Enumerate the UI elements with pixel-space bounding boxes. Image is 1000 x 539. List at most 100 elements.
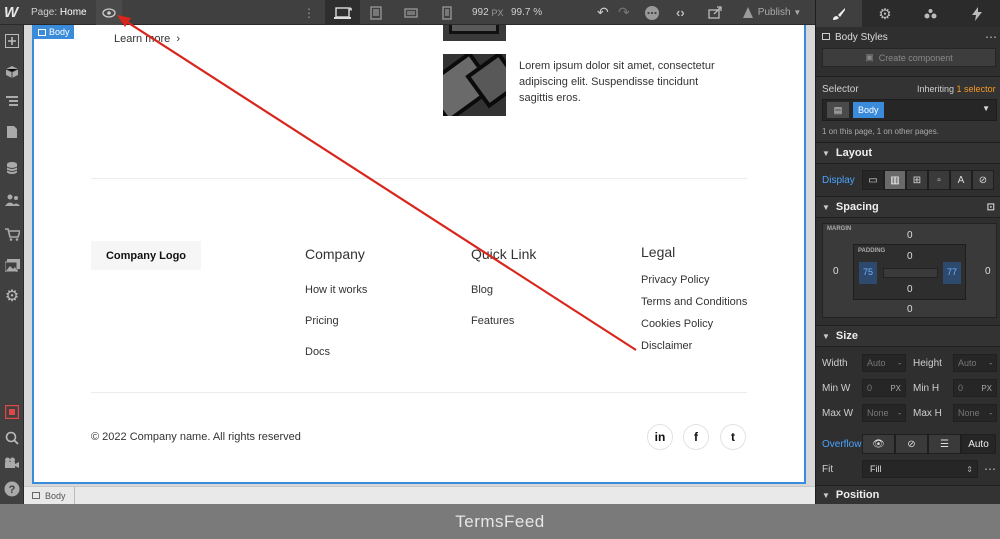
cms-database-icon[interactable]: [3, 159, 21, 177]
footer-link[interactable]: Features: [471, 315, 514, 327]
caret-down-icon: ▼: [822, 331, 830, 341]
margin-right-value[interactable]: 0: [985, 266, 991, 277]
footer-link[interactable]: Docs: [305, 346, 330, 358]
mobile-portrait-icon[interactable]: [442, 0, 452, 25]
preview-eye-icon[interactable]: [96, 0, 122, 25]
navigator-icon[interactable]: [3, 93, 21, 111]
settings-gear-icon[interactable]: ⚙: [3, 287, 21, 305]
footer-link[interactable]: Blog: [471, 284, 493, 296]
content-box: [883, 268, 938, 278]
assets-images-icon[interactable]: [3, 256, 21, 274]
interactions-bolt-icon[interactable]: [954, 0, 1000, 27]
mobile-landscape-icon[interactable]: [404, 0, 418, 25]
settings-gear-icon[interactable]: ⚙: [862, 0, 908, 27]
body-element-icon: [38, 28, 46, 36]
max-width-label: Max W: [822, 408, 854, 419]
page-selector[interactable]: Page: Home: [31, 0, 87, 25]
body-tag-label[interactable]: Body: [34, 25, 74, 39]
max-width-field[interactable]: None -: [862, 404, 906, 422]
padding-bottom-value[interactable]: 0: [907, 284, 913, 295]
style-brush-icon[interactable]: [816, 0, 862, 27]
margin-left-value[interactable]: 0: [833, 266, 839, 277]
max-height-field[interactable]: None -: [953, 404, 997, 422]
share-icon[interactable]: [708, 0, 723, 25]
twitter-icon[interactable]: t: [720, 424, 746, 450]
linkedin-icon[interactable]: in: [647, 424, 673, 450]
footer-link[interactable]: Privacy Policy: [641, 274, 709, 286]
min-width-field[interactable]: 0 PX: [862, 379, 906, 397]
overflow-label: Overflow: [822, 439, 862, 450]
padding-right-value[interactable]: 77: [947, 267, 957, 277]
position-title: Position: [835, 489, 880, 501]
symbols-cube-icon[interactable]: [3, 63, 21, 81]
page-canvas[interactable]: Body Learn more › Lorem ipsum dolor sit …: [32, 25, 806, 484]
more-vertical-icon[interactable]: ⋮: [303, 0, 315, 25]
overflow-options: 👁 ⊘ ☰ Auto: [862, 434, 996, 454]
video-tutorials-icon[interactable]: [3, 454, 21, 472]
publish-button[interactable]: Publish ▼: [741, 0, 801, 25]
selector-field[interactable]: ▤ Body ▼: [822, 99, 997, 121]
unit-px: PX: [981, 383, 992, 393]
overflow-scroll-icon[interactable]: ☰: [928, 434, 961, 454]
footer-link[interactable]: How it works: [305, 284, 367, 296]
users-icon[interactable]: [3, 191, 21, 209]
display-flex-icon[interactable]: ▥: [884, 170, 906, 190]
select-arrows-icon: ⇕: [966, 464, 973, 474]
tablet-breakpoint-icon[interactable]: [370, 0, 382, 25]
footer-link[interactable]: Cookies Policy: [641, 318, 713, 330]
selector-menu-icon[interactable]: ▤: [827, 102, 849, 118]
margin-bottom-value[interactable]: 0: [907, 304, 913, 315]
padding-left-value[interactable]: 75: [863, 267, 873, 277]
spacing-section-header[interactable]: ▼ Spacing ⊡: [816, 196, 1000, 218]
column-heading-legal: Legal: [641, 244, 676, 260]
add-elements-icon[interactable]: [3, 32, 21, 50]
overflow-auto-button[interactable]: Auto: [961, 434, 996, 454]
more-options-icon[interactable]: [644, 0, 660, 25]
code-export-icon[interactable]: ‹›: [676, 0, 685, 25]
body-element-icon: [822, 33, 830, 40]
display-inline-block-icon[interactable]: ▫: [928, 170, 950, 190]
breadcrumb-body[interactable]: Body: [24, 487, 75, 504]
footer-link[interactable]: Disclaimer: [641, 340, 692, 352]
footer-link[interactable]: Terms and Conditions: [641, 296, 747, 308]
position-section-header[interactable]: ▼ Position: [816, 485, 1000, 505]
ecommerce-cart-icon[interactable]: [3, 225, 21, 243]
undo-icon[interactable]: ↶: [597, 0, 609, 25]
display-none-icon[interactable]: ⊘: [972, 170, 994, 190]
facebook-icon[interactable]: f: [683, 424, 709, 450]
min-height-field[interactable]: 0 PX: [953, 379, 997, 397]
layout-section-header[interactable]: ▼ Layout: [816, 142, 1000, 164]
search-icon[interactable]: [3, 429, 21, 447]
display-grid-icon[interactable]: ⊞: [906, 170, 928, 190]
padding-top-value[interactable]: 0: [907, 251, 913, 262]
redo-icon[interactable]: ↷: [618, 0, 630, 25]
pages-icon[interactable]: [3, 123, 21, 141]
learn-more-link[interactable]: Learn more ›: [114, 33, 180, 45]
overflow-hidden-icon[interactable]: ⊘: [895, 434, 928, 454]
footer-link[interactable]: Pricing: [305, 315, 339, 327]
company-logo[interactable]: Company Logo: [91, 241, 201, 270]
interactions-drops-icon[interactable]: [908, 0, 954, 27]
dropdown-arrow-icon[interactable]: ▼: [982, 104, 990, 113]
selector-label: Selector: [822, 84, 859, 95]
size-section-header[interactable]: ▼ Size: [816, 325, 1000, 347]
more-options-icon[interactable]: ⋯: [985, 30, 997, 44]
selector-tag-body[interactable]: Body: [853, 102, 884, 118]
width-field[interactable]: Auto -: [862, 354, 906, 372]
more-options-icon[interactable]: ⋯: [984, 462, 996, 476]
create-component-button[interactable]: ▣ Create component: [822, 48, 996, 67]
overflow-visible-icon[interactable]: 👁: [862, 434, 895, 454]
margin-top-value[interactable]: 0: [907, 230, 913, 241]
fit-select[interactable]: Fill ⇕: [862, 460, 978, 478]
desktop-breakpoint-icon[interactable]: ★: [325, 0, 360, 25]
height-field[interactable]: Auto -: [953, 354, 997, 372]
display-inline-icon[interactable]: A: [950, 170, 972, 190]
spacing-options-icon[interactable]: ⊡: [987, 202, 995, 213]
display-block-icon[interactable]: ▭: [862, 170, 884, 190]
inherit-count[interactable]: 1 selector: [957, 84, 996, 94]
record-icon[interactable]: [3, 403, 21, 421]
style-panel: ⚙ Body Styles ⋯ ▣ Create component Select…: [815, 0, 1000, 505]
webflow-logo-icon[interactable]: W: [4, 0, 18, 25]
help-icon[interactable]: ?: [3, 480, 21, 498]
max-height-value: None: [958, 408, 980, 418]
